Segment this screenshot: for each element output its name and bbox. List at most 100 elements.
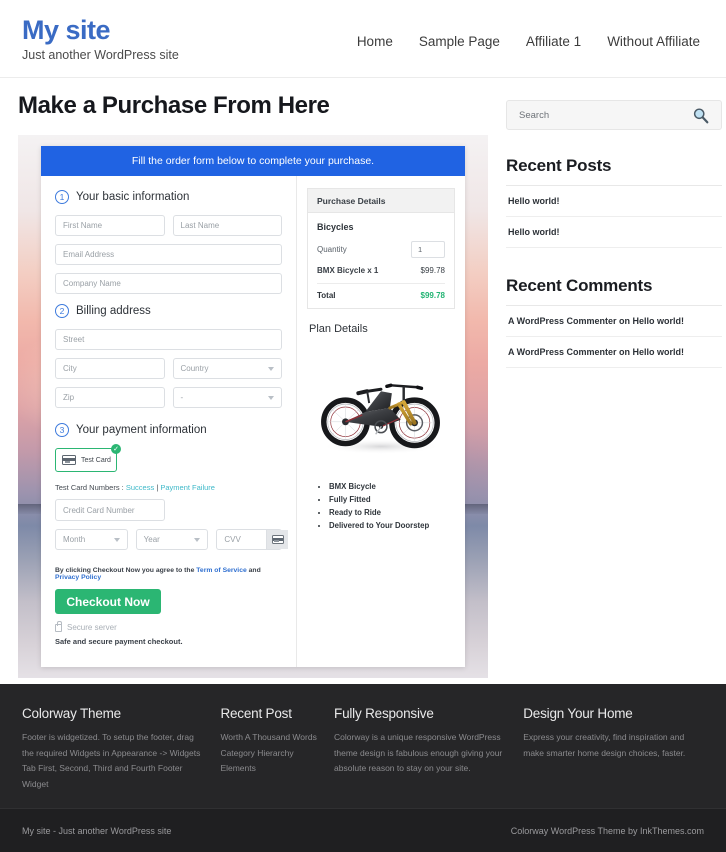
step-1-number: 1 xyxy=(55,190,69,204)
city-country-row: City Country xyxy=(55,358,282,387)
email-input[interactable]: Email Address xyxy=(55,244,282,265)
purchase-details-title: Purchase Details xyxy=(308,189,454,213)
credit-card-icon xyxy=(272,535,284,544)
safe-checkout-note: Safe and secure payment checkout. xyxy=(55,637,282,646)
country-select[interactable]: Country xyxy=(173,358,283,379)
term-of-service-link[interactable]: Term of Service xyxy=(196,567,247,574)
terms-notice: By clicking Checkout Now you agree to th… xyxy=(55,567,282,581)
checkout-form-card: Fill the order form below to complete yo… xyxy=(41,146,465,667)
total-label: Total xyxy=(317,291,336,300)
state-select-value: - xyxy=(181,393,184,402)
list-item[interactable]: A WordPress Commenter on Hello world! xyxy=(506,306,722,337)
test-card-numbers-label: Test Card Numbers : xyxy=(55,483,124,492)
nav-item-home[interactable]: Home xyxy=(357,34,393,49)
main-navigation: Home Sample Page Affiliate 1 Without Aff… xyxy=(357,12,704,49)
city-input[interactable]: City xyxy=(55,358,165,379)
plan-details-title: Plan Details xyxy=(309,323,455,335)
line-item-row: BMX Bicycle x 1 $99.78 xyxy=(317,266,445,275)
first-name-input[interactable]: First Name xyxy=(55,215,165,236)
list-item[interactable]: Category Hierarchy xyxy=(220,746,320,762)
list-item[interactable]: Hello world! xyxy=(506,217,722,248)
site-title[interactable]: My site xyxy=(22,16,179,44)
footer-col4-text: Express your creativity, find inspiratio… xyxy=(523,730,704,761)
main-content: Make a Purchase From Here Fill the order… xyxy=(18,92,488,684)
cvv-input[interactable]: CVV xyxy=(216,529,282,550)
nav-item-affiliate-1[interactable]: Affiliate 1 xyxy=(526,34,581,49)
total-row: Total $99.78 xyxy=(317,291,445,300)
list-item: BMX Bicycle xyxy=(329,482,455,491)
payment-failure-link[interactable]: Payment Failure xyxy=(160,483,215,492)
copyright-left: My site - Just another WordPress site xyxy=(22,826,171,836)
footer-column-2: Recent Post Worth A Thousand Words Categ… xyxy=(220,706,320,792)
year-select[interactable]: Year xyxy=(136,529,209,550)
search-icon[interactable] xyxy=(692,107,709,124)
brand-block: My site Just another WordPress site xyxy=(22,12,179,62)
credit-card-number-input[interactable]: Credit Card Number xyxy=(55,499,165,521)
expiry-cvv-row: Month Year CVV xyxy=(55,529,282,558)
step-2-number: 2 xyxy=(55,304,69,318)
cvv-placeholder: CVV xyxy=(224,535,240,544)
site-footer: Colorway Theme Footer is widgetized. To … xyxy=(0,684,726,808)
nav-item-without-affiliate[interactable]: Without Affiliate xyxy=(607,34,700,49)
line-item-price: $99.78 xyxy=(421,266,445,275)
search-input[interactable]: Search xyxy=(506,100,722,130)
success-link[interactable]: Success xyxy=(126,483,154,492)
purchase-category: Bicycles xyxy=(317,222,445,232)
list-item[interactable]: Elements xyxy=(220,761,320,777)
form-body: 1 Your basic information First Name Last… xyxy=(41,176,465,667)
list-item[interactable]: Hello world! xyxy=(506,186,722,217)
divider xyxy=(317,283,445,284)
chevron-down-icon xyxy=(114,538,120,542)
test-card-numbers-row: Test Card Numbers : Success | Payment Fa… xyxy=(55,483,282,492)
month-select-value: Month xyxy=(63,535,85,544)
company-input[interactable]: Company Name xyxy=(55,273,282,294)
nav-item-sample-page[interactable]: Sample Page xyxy=(419,34,500,49)
secure-server-row: Secure server xyxy=(55,623,282,632)
terms-prefix: By clicking Checkout Now you agree to th… xyxy=(55,567,194,574)
footer-col1-text: Footer is widgetized. To setup the foote… xyxy=(22,730,206,793)
step-1-heading: 1 Your basic information xyxy=(55,190,282,204)
total-value: $99.78 xyxy=(421,291,445,300)
form-right-column: Purchase Details Bicycles Quantity 1 BMX… xyxy=(297,176,465,667)
secure-server-label: Secure server xyxy=(67,623,117,632)
chevron-down-icon xyxy=(268,367,274,371)
month-select[interactable]: Month xyxy=(55,529,128,550)
form-left-column: 1 Your basic information First Name Last… xyxy=(41,176,297,667)
test-card-button[interactable]: Test Card ✓ xyxy=(55,448,117,472)
street-input[interactable]: Street xyxy=(55,329,282,350)
copyright-right[interactable]: Colorway WordPress Theme by InkThemes.co… xyxy=(511,826,704,836)
chevron-down-icon xyxy=(268,396,274,400)
checkout-now-button[interactable]: Checkout Now xyxy=(55,589,161,614)
selected-check-icon: ✓ xyxy=(111,444,121,454)
bicycle-image xyxy=(307,341,455,476)
step-3-number: 3 xyxy=(55,423,69,437)
step-1-label: Your basic information xyxy=(76,191,189,203)
list-item: Delivered to Your Doorstep xyxy=(329,521,455,530)
purchase-details-box: Purchase Details Bicycles Quantity 1 BMX… xyxy=(307,188,455,309)
footer-recent-post-list: Worth A Thousand Words Category Hierarch… xyxy=(220,730,320,777)
bmx-bicycle-illustration xyxy=(307,341,455,476)
zip-input[interactable]: Zip xyxy=(55,387,165,408)
cvv-card-icon xyxy=(266,530,288,549)
state-select[interactable]: - xyxy=(173,387,283,408)
site-tagline: Just another WordPress site xyxy=(22,48,179,62)
quantity-input[interactable]: 1 xyxy=(411,241,445,258)
footer-column-4: Design Your Home Express your creativity… xyxy=(523,706,704,792)
last-name-input[interactable]: Last Name xyxy=(173,215,283,236)
purchase-details-body: Bicycles Quantity 1 BMX Bicycle x 1 $99.… xyxy=(308,213,454,308)
recent-posts-list: Hello world! Hello world! xyxy=(506,186,722,248)
quantity-label: Quantity xyxy=(317,245,347,254)
privacy-policy-link[interactable]: Privacy Policy xyxy=(55,574,101,581)
step-2-label: Billing address xyxy=(76,305,151,317)
list-item[interactable]: Worth A Thousand Words xyxy=(220,730,320,746)
copyright-bar: My site - Just another WordPress site Co… xyxy=(0,808,726,852)
footer-column-1: Colorway Theme Footer is widgetized. To … xyxy=(22,706,206,792)
chevron-down-icon xyxy=(194,538,200,542)
credit-card-icon xyxy=(62,455,76,465)
footer-col3-title: Fully Responsive xyxy=(334,706,509,721)
step-3-label: Your payment information xyxy=(76,424,207,436)
list-item[interactable]: A WordPress Commenter on Hello world! xyxy=(506,337,722,368)
footer-column-3: Fully Responsive Colorway is a unique re… xyxy=(334,706,509,792)
site-header: My site Just another WordPress site Home… xyxy=(0,0,726,78)
search-placeholder: Search xyxy=(519,110,549,121)
